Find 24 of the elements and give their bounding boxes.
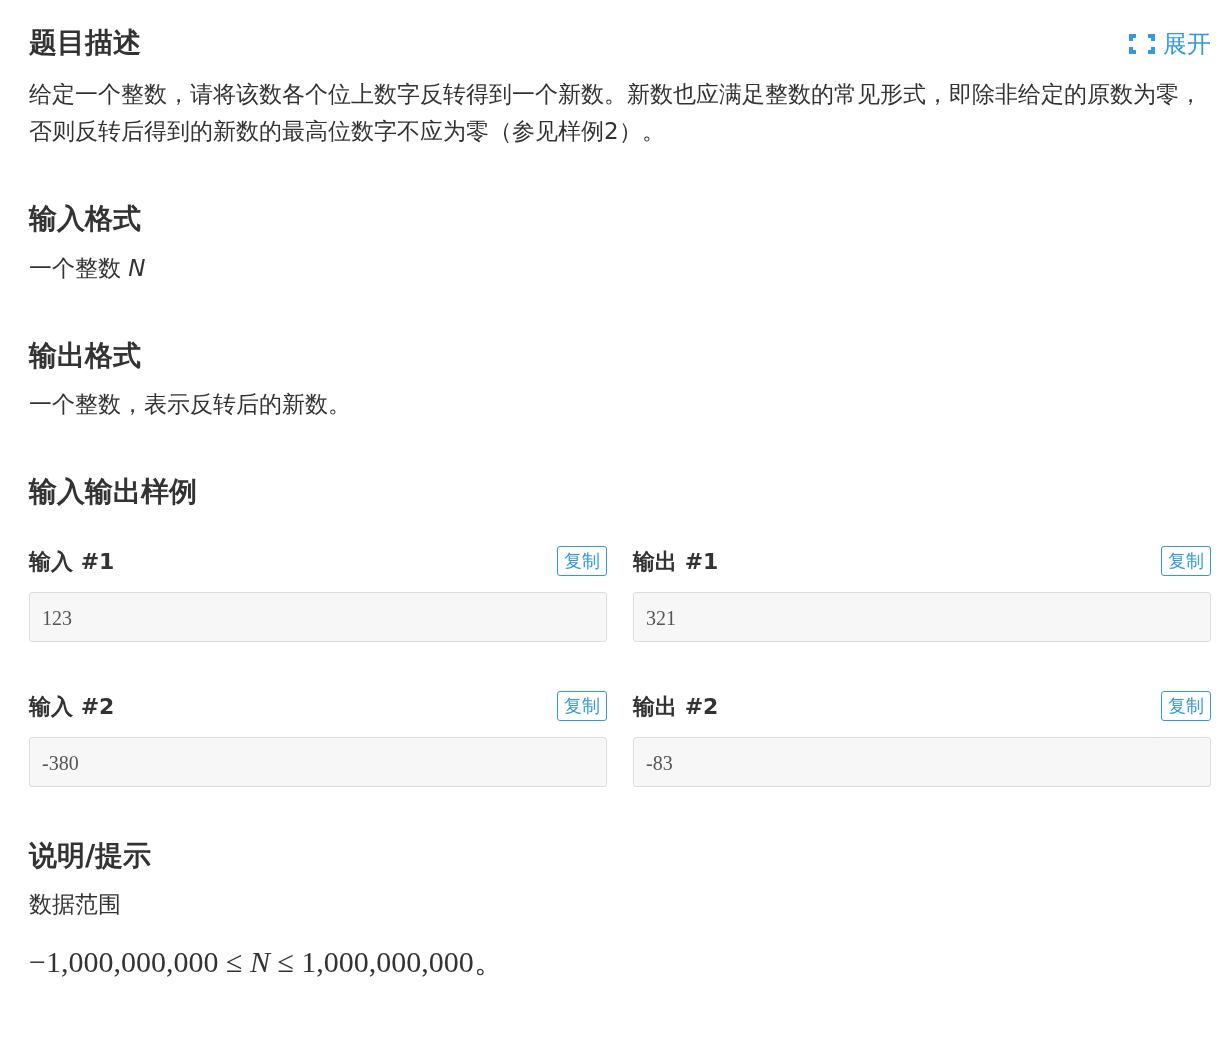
paragraph-text: 数据范围: [29, 890, 122, 920]
copy-button[interactable]: 复制: [557, 691, 607, 722]
paragraph-text: 一个整数 N: [29, 253, 147, 283]
expand-button[interactable]: 展开: [1129, 26, 1211, 62]
sample-label: 输入 #1: [29, 547, 115, 576]
section-heading: 题目描述: [29, 26, 141, 60]
copy-button[interactable]: 复制: [557, 546, 607, 577]
paragraph-text: 一个整数，表示反转后的新数。: [29, 390, 352, 420]
paragraph-text: 给定一个整数，请将该数各个位上数字反转得到一个新数。新数也应满足整数的常见形式，即除非给定的原数为零，否则反转后得到的新数的最高位数字不应为零（参见样例2）。: [29, 80, 1203, 146]
section-heading: 输入格式: [29, 202, 142, 236]
copy-button[interactable]: 复制: [1161, 691, 1211, 722]
sample-label: 输出 #1: [633, 547, 719, 576]
expand-icon: [1129, 34, 1155, 54]
math-formula: −1,000,000,000 ≤ N ≤ 1,000,000,000。: [29, 944, 505, 981]
sample-label: 输入 #2: [29, 692, 115, 721]
section-heading: 说明/提示: [29, 838, 153, 873]
section-heading: 输出格式: [29, 338, 142, 373]
sample-label: 输出 #2: [633, 692, 719, 721]
sample-input-box: -380: [29, 736, 607, 787]
sample-output-box: 321: [633, 591, 1211, 642]
sample-output-box: -83: [633, 736, 1211, 787]
sample-input-box: 123: [29, 591, 607, 642]
copy-button[interactable]: 复制: [1161, 546, 1211, 577]
section-heading: 输入输出样例: [29, 475, 198, 509]
